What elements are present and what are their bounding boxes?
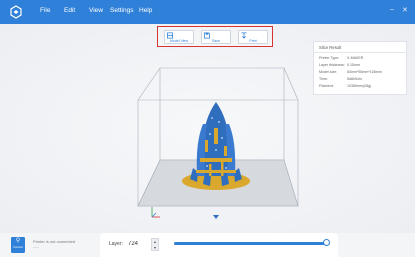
panel-divider: [314, 52, 406, 53]
model-view-label: Model View: [169, 39, 189, 43]
row-model-size: Model size: 83mm*55mm*108mm: [319, 70, 382, 74]
toolbar-highlight: Model View Save Print: [157, 26, 273, 47]
slice-result-panel: Slice Result Printer Type: X-MAKER Layer …: [313, 41, 407, 95]
layer-input[interactable]: [128, 238, 150, 250]
layer-label: Layer:: [109, 241, 123, 247]
connection-substatus: -----: [33, 245, 39, 249]
rocket-model: [182, 102, 250, 190]
save-icon: [203, 32, 211, 39]
print-button[interactable]: Print: [238, 30, 268, 44]
link-icon: ⚲: [15, 238, 21, 244]
plate-marker-icon: [213, 215, 219, 219]
axis-gizmo-icon: [151, 207, 160, 218]
layer-slider-track[interactable]: [174, 242, 326, 245]
row-printer-type: Printer Type: X-MAKER: [319, 56, 364, 60]
connect-label: Connect: [13, 246, 23, 249]
layer-stepper[interactable]: ▲ ▼: [151, 238, 159, 251]
model-view-icon: [166, 32, 174, 39]
save-button[interactable]: Save: [201, 30, 231, 44]
row-time: Time: 5d8h54m: [319, 77, 362, 81]
layer-slider-thumb[interactable]: [322, 239, 330, 246]
print-label: Print: [249, 39, 257, 43]
model-view-button[interactable]: Model View: [164, 30, 194, 44]
connection-status: Printer is not connected: [33, 239, 76, 244]
print-icon: [241, 32, 247, 39]
stepper-down-icon[interactable]: ▼: [152, 245, 158, 251]
row-layer-thickness: Layer thickness: 0.15mm: [319, 63, 360, 67]
row-filament: Filament: 10389mm(28g): [319, 84, 372, 88]
connect-button[interactable]: ⚲ Connect: [11, 237, 25, 253]
save-label: Save: [212, 39, 220, 43]
slice-result-title: Slice Result: [319, 45, 342, 50]
